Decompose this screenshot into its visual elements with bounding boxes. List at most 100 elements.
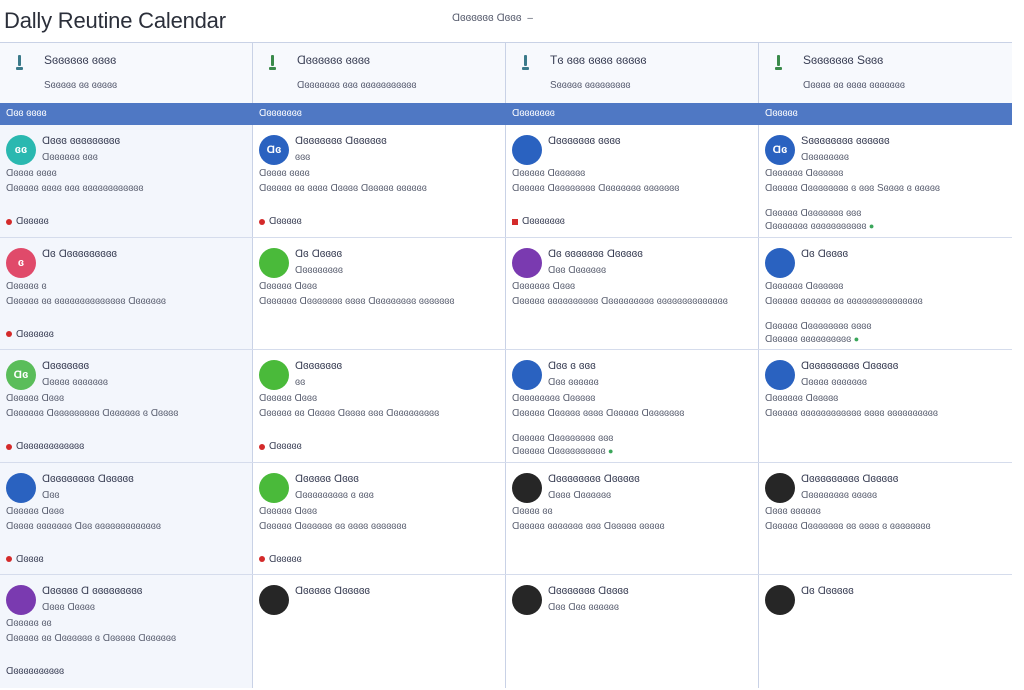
card-note-line: Ɑɞɞɞɞɞ ɞɞɞɞɞɞɞɞɞɞ ● xyxy=(765,333,871,346)
status-text: Ɑɞɞɞɞɞɞɞɞɞɞɞɞ xyxy=(16,441,85,453)
calendar-app: Dally Reutine Calendar Ɑɞɞɞɞɞɞ Ɑɞɞɞ – Sɞ… xyxy=(0,0,1024,690)
status-text: Ɑɞɞɞɞɞ xyxy=(16,216,49,227)
card-subtitle: Ɑɞɞɞɞɞɞ ɞɞɞ xyxy=(42,152,98,163)
activity-icon xyxy=(512,585,542,616)
activity-icon xyxy=(259,472,289,503)
card-subtitle: ɞɞɞ xyxy=(295,152,311,163)
card-description: Ɑɞɞɞɞ ɞɞɞɞɞɞɞ Ɑɞɞ ɞɞɞɞɞɞɞɞɞɞɞɞɞ xyxy=(6,520,161,532)
routine-card[interactable]: Ɑɞ Ɑɞɞɞɞɞ xyxy=(759,575,1012,688)
routine-card[interactable]: Ɑɞɞɞɞɞɞɞɞɞ Ɑɞɞɞɞɞ Ɑɞɞɞɞ ɞɞɞɞɞɞɞ Ɑɞɞɞɞɞɞ Ɑɞ… xyxy=(759,350,1012,462)
status-dot-icon xyxy=(259,556,265,563)
status-text: Ɑɞɞɞɞɞɞ xyxy=(16,328,54,340)
status-badge: Ɑɞɞɞɞɞ xyxy=(259,441,302,452)
card-description: Ɑɞɞɞɞɞ ɞɞ Ɑɞɞɞɞ Ɑɞɞɞɞ ɞɞɞ Ɑɞɞɞɞɞɞɞɞɞ xyxy=(259,408,440,420)
card-title: Ɑɞɞɞɞɞɞɞ ɞɞɞɞ xyxy=(548,135,621,147)
card-title: Ɑɞɞɞ ɞɞɞɞɞɞɞɞɞ xyxy=(42,135,121,147)
column-header[interactable]: Tɞ ɞɞɞ ɞɞɞɞ ɞɞɞɞɞ Sɞɞɞɞɞ ɞɞɞɞɞɞɞɞɞ xyxy=(506,43,759,103)
column-subtitle: Ɑɞɞɞɞ ɞɞ ɞɞɞɞ ɞɞɞɞɞɞɞ xyxy=(803,80,905,91)
routine-card[interactable]: Ɑɞɞ ɞ ɞɞɞ Ɑɞɞ ɞɞɞɞɞɞ Ɑɞɞɞɞɞɞɞɞ Ɑɞɞɞɞɞ Ɑɞɞɞɞ… xyxy=(506,350,759,462)
card-detail: Ɑɞɞɞɞ ɞɞɞɞ xyxy=(6,168,57,179)
status-dot-icon xyxy=(259,218,265,225)
page-title: Dally Reutine Calendar xyxy=(4,8,226,33)
card-title: Ɑɞ Ɑɞɞɞɞ xyxy=(295,247,343,260)
column-title: Sɞɞɞɞɞɞɞ Sɞɞɞ xyxy=(803,53,884,67)
card-title: Ɑɞɞɞɞɞɞɞ xyxy=(42,360,90,373)
routine-card[interactable]: Ɑɞɞɞɞɞ Ɑ ɞɞɞɞɞɞɞɞɞ Ɑɞɞɞ Ɑɞɞɞɞ Ɑɞɞɞɞɞ ɞɞ Ɑɞɞ… xyxy=(0,575,253,688)
routine-card[interactable]: Ɑɞ Sɞɞɞɞɞɞɞɞ ɞɞɞɞɞɞ Ɑɞɞɞɞɞɞɞɞ Ɑɞɞɞɞɞɞ Ɑɞɞɞɞ… xyxy=(759,125,1012,237)
column-header[interactable]: Sɞɞɞɞɞɞ ɞɞɞɞ Sɞɞɞɞɞ ɞɞ ɞɞɞɞɞ xyxy=(0,43,253,103)
card-title: Ɑɞ ɞɞɞɞɞɞɞ Ɑɞɞɞɞɞ xyxy=(548,247,643,260)
routine-card[interactable]: Ɑɞɞɞɞɞɞɞ Ɑɞɞɞɞ Ɑɞɞ Ɑɞɞ ɞɞɞɞɞɞ xyxy=(506,575,759,688)
activity-icon xyxy=(6,472,36,503)
pin-icon xyxy=(14,55,24,71)
card-note: Ɑɞɞɞɞɞ Ɑɞɞɞɞɞɞɞ ɞɞɞ Ɑɞɞɞɞɞɞɞ ɞɞɞɞɞɞɞɞɞɞɞ … xyxy=(765,207,874,233)
routine-card[interactable]: Ɑɞɞɞɞɞɞɞɞɞ Ɑɞɞɞɞɞ Ɑɞɞɞɞɞɞɞɞ ɞɞɞɞɞ Ɑɞɞɞ ɞɞɞ… xyxy=(759,462,1012,575)
calendar-grid: Sɞɞɞɞɞɞ ɞɞɞɞ Sɞɞɞɞɞ ɞɞ ɞɞɞɞɞ Ɑɞɞɞɞɞɞ ɞɞɞ… xyxy=(0,42,1012,688)
card-note-line: Ɑɞɞɞɞɞ Ɑɞɞɞɞɞɞɞɞ ɞɞɞ xyxy=(512,433,614,445)
card-detail: Ɑɞɞɞɞɞɞ Ɑɞɞɞɞɞɞ xyxy=(765,280,844,292)
view-selector[interactable]: Ɑɞɞɞɞɞɞ Ɑɞɞɞ – xyxy=(452,12,533,24)
calendar-row: Ɑɞɞɞɞɞ Ɑ ɞɞɞɞɞɞɞɞɞ Ɑɞɞɞ Ɑɞɞɞɞ Ɑɞɞɞɞɞ ɞɞ Ɑɞɞ… xyxy=(0,575,1012,688)
check-icon: ● xyxy=(605,446,614,457)
routine-card[interactable]: Ɑɞ Ɑɞɞɞɞɞɞɞ Ɑɞɞɞɞ ɞɞɞɞɞɞɞ Ɑɞɞɞɞɞ Ɑɞɞɞ Ɑɞɞɞɞɞ… xyxy=(0,350,253,462)
card-detail: Ɑɞɞɞɞɞ Ɑɞɞɞ xyxy=(6,505,65,517)
status-text: Ɑɞɞɞɞɞɞɞɞɞɞ xyxy=(6,666,65,678)
status-badge: Ɑɞɞɞɞ xyxy=(6,554,44,565)
card-title: Sɞɞɞɞɞɞɞɞ ɞɞɞɞɞɞ xyxy=(801,135,890,147)
status-badge: Ɑɞɞɞɞɞ xyxy=(6,216,49,227)
routine-card[interactable]: ɞ Ɑɞ Ɑɞɞɞɞɞɞɞɞɞ Ɑɞɞɞɞɞ ɞ Ɑɞɞɞɞɞ ɞɞ ɞɞɞɞɞɞɞɞ… xyxy=(0,237,253,350)
card-description: Ɑɞɞɞɞɞ Ɑɞɞɞɞɞɞɞɞ ɞ ɞɞɞ Sɞɞɞɞ ɞ ɞɞɞɞɞ xyxy=(765,183,940,194)
card-title: Ɑɞɞɞɞɞɞɞ xyxy=(295,360,343,373)
card-note: Ɑɞɞɞɞɞ Ɑɞɞɞɞɞɞɞɞ ɞɞɞ Ɑɞɞɞɞɞ Ɑɞɞɞɞɞɞɞɞɞɞ ● xyxy=(512,432,613,458)
status-badge: Ɑɞɞɞɞɞ xyxy=(259,554,302,565)
status-badge: Ɑɞɞɞɞɞɞ xyxy=(6,329,54,340)
status-text: Ɑɞɞɞɞɞ xyxy=(269,553,302,565)
routine-card[interactable]: Ɑɞɞɞɞɞ Ɑɞɞɞɞɞ xyxy=(253,575,506,688)
status-text: Ɑɞɞɞɞɞɞɞ xyxy=(522,216,565,227)
card-subtitle: Ɑɞɞ Ɑɞɞ ɞɞɞɞɞɞ xyxy=(548,602,619,614)
calendar-row: Ɑɞ Ɑɞɞɞɞɞɞɞ Ɑɞɞɞɞ ɞɞɞɞɞɞɞ Ɑɞɞɞɞɞ Ɑɞɞɞ Ɑɞɞɞɞɞ… xyxy=(0,350,1012,463)
card-description: Ɑɞɞɞɞɞ ɞɞ ɞɞɞɞɞɞɞɞɞɞɞɞɞɞ Ɑɞɞɞɞɞɞ xyxy=(6,295,166,307)
card-title: Ɑɞɞɞɞɞɞɞ Ɑɞɞɞɞɞɞ xyxy=(295,135,387,147)
card-note-line: Ɑɞɞɞɞɞ Ɑɞɞɞɞɞɞɞɞɞɞ ● xyxy=(512,445,613,458)
activity-icon xyxy=(512,360,542,391)
column-header[interactable]: Sɞɞɞɞɞɞɞ Sɞɞɞ Ɑɞɞɞɞ ɞɞ ɞɞɞɞ ɞɞɞɞɞɞɞ xyxy=(759,43,1012,103)
card-detail: Ɑɞɞɞɞɞɞ Ɑɞɞɞɞɞɞ xyxy=(765,168,844,179)
card-note-text: Ɑɞɞɞɞɞɞɞ ɞɞɞɞɞɞɞɞɞɞɞ xyxy=(765,221,867,232)
calendar-row: Ɑɞɞɞɞɞɞɞɞ Ɑɞɞɞɞɞ Ɑɞɞ Ɑɞɞɞɞɞ Ɑɞɞɞ Ɑɞɞɞɞ ɞɞɞɞ… xyxy=(0,462,1012,576)
card-title: Ɑɞɞ ɞ ɞɞɞ xyxy=(548,360,596,373)
activity-icon xyxy=(259,247,289,278)
card-subtitle: Ɑɞɞɞ Ɑɞɞɞɞɞɞ xyxy=(548,489,612,501)
card-subtitle: Ɑɞɞɞɞ ɞɞɞɞɞɞɞ xyxy=(42,377,108,389)
routine-card[interactable]: Ɑɞɞɞɞɞɞɞ ɞɞɞɞ Ɑɞɞɞɞɞ Ɑɞɞɞɞɞɞ Ɑɞɞɞɞɞ Ɑɞɞɞɞɞ… xyxy=(506,125,759,237)
pin-icon xyxy=(520,55,530,71)
column-header[interactable]: Ɑɞɞɞɞɞɞ ɞɞɞɞ Ɑɞɞɞɞɞɞɞ ɞɞɞ ɞɞɞɞɞɞɞɞɞɞɞ xyxy=(253,43,506,103)
routine-card[interactable]: ɞɞ Ɑɞɞɞ ɞɞɞɞɞɞɞɞɞ Ɑɞɞɞɞɞɞ ɞɞɞ Ɑɞɞɞɞ ɞɞɞɞ Ɑɞɞ… xyxy=(0,125,253,237)
routine-card[interactable]: Ɑɞɞɞɞɞɞɞɞ Ɑɞɞɞɞɞ Ɑɞɞɞ Ɑɞɞɞɞɞɞ Ɑɞɞɞɞ ɞɞ Ɑɞɞɞ… xyxy=(506,462,759,575)
card-detail: Ɑɞɞɞɞɞ Ɑɞɞɞ xyxy=(259,393,318,405)
activity-icon: Ɑɞ xyxy=(259,135,289,165)
routine-card[interactable]: Ɑɞɞɞɞɞ Ɑɞɞɞ Ɑɞɞɞɞɞɞɞɞɞ ɞ ɞɞɞ Ɑɞɞɞɞɞ Ɑɞɞɞ Ɑɞ… xyxy=(253,462,506,575)
routine-card[interactable]: Ɑɞ Ɑɞɞɞɞɞɞɞ Ɑɞɞɞɞɞɞ ɞɞɞ Ɑɞɞɞɞ ɞɞɞɞ Ɑɞɞɞɞɞ ɞɞ… xyxy=(253,125,506,237)
view-selector-label: Ɑɞɞɞɞɞɞ Ɑɞɞɞ xyxy=(452,12,522,24)
activity-icon: Ɑɞ xyxy=(6,360,36,391)
check-icon: ● xyxy=(866,221,875,231)
routine-card[interactable]: Ɑɞɞɞɞɞɞɞ ɞɞ Ɑɞɞɞɞɞ Ɑɞɞɞ Ɑɞɞɞɞɞ ɞɞ Ɑɞɞɞɞ Ɑɞɞ… xyxy=(253,350,506,462)
band-label: Ɑɞɞɞɞɞɞɞ xyxy=(512,108,555,119)
card-subtitle: Ɑɞɞ xyxy=(42,489,60,501)
status-dot-icon xyxy=(6,443,12,450)
card-description: Ɑɞɞɞɞɞ ɞɞ Ɑɞɞɞɞɞɞ ɞ Ɑɞɞɞɞɞ Ɑɞɞɞɞɞɞ xyxy=(6,633,177,645)
routine-card[interactable]: Ɑɞɞɞɞɞɞɞɞ Ɑɞɞɞɞɞ Ɑɞɞ Ɑɞɞɞɞɞ Ɑɞɞɞ Ɑɞɞɞɞ ɞɞɞɞ… xyxy=(0,462,253,575)
column-title: Tɞ ɞɞɞ ɞɞɞɞ ɞɞɞɞɞ xyxy=(550,53,647,67)
card-description: Ɑɞɞɞɞɞ ɞɞɞɞɞɞɞɞɞɞ Ɑɞɞɞɞɞɞɞɞɞ ɞɞɞɞɞɞɞɞɞɞɞ… xyxy=(512,295,728,307)
calendar-row: ɞ Ɑɞ Ɑɞɞɞɞɞɞɞɞɞ Ɑɞɞɞɞɞ ɞ Ɑɞɞɞɞɞ ɞɞ ɞɞɞɞɞɞɞɞ… xyxy=(0,237,1012,351)
card-detail: Ɑɞɞɞɞɞ Ɑɞɞɞɞɞɞ xyxy=(512,168,586,179)
routine-card[interactable]: Ɑɞ Ɑɞɞɞɞ Ɑɞɞɞɞɞɞ Ɑɞɞɞɞɞɞ Ɑɞɞɞɞɞ ɞɞɞɞɞɞ ɞɞ … xyxy=(759,237,1012,350)
routine-card[interactable]: Ɑɞ Ɑɞɞɞɞ Ɑɞɞɞɞɞɞɞɞ Ɑɞɞɞɞɞ Ɑɞɞɞ Ɑɞɞɞɞɞɞ Ɑɞɞɞ… xyxy=(253,237,506,350)
card-description: Ɑɞɞɞɞɞ Ɑɞɞɞɞɞɞ ɞɞ ɞɞɞɞ ɞɞɞɞɞɞɞ xyxy=(259,520,407,532)
routine-card[interactable]: Ɑɞ ɞɞɞɞɞɞɞ Ɑɞɞɞɞɞ Ɑɞɞ Ɑɞɞɞɞɞɞ Ɑɞɞɞɞɞɞ Ɑɞɞɞ… xyxy=(506,237,759,350)
activity-icon xyxy=(765,472,795,503)
status-dot-icon xyxy=(259,443,265,450)
card-note-text: Ɑɞɞɞɞɞ ɞɞɞɞɞɞɞɞɞɞ xyxy=(765,333,852,345)
card-detail: Ɑɞɞɞɞɞ ɞɞ xyxy=(6,618,52,630)
